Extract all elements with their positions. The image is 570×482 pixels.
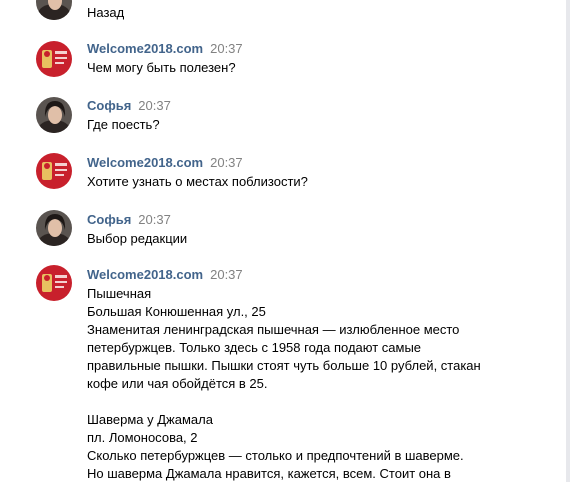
message-text: Выбор редакции <box>87 231 188 246</box>
chat-history[interactable]: Назад Welcome2018.com 20:37 Чем могу быть… <box>0 0 570 482</box>
message-text: Назад <box>87 5 125 20</box>
author-name[interactable]: Welcome2018.com <box>87 267 203 282</box>
message-text: Чем могу быть полезен? <box>87 60 236 75</box>
author-name[interactable]: Welcome2018.com <box>87 41 203 56</box>
bot-logo-avatar[interactable] <box>36 41 72 77</box>
message-time[interactable]: 20:37 <box>210 267 243 282</box>
message-header: Софья 20:37 <box>87 212 171 228</box>
author-name[interactable]: Софья <box>87 212 131 227</box>
message-header: Welcome2018.com 20:37 <box>87 155 243 171</box>
message-text: Хотите узнать о местах поблизости? <box>87 174 308 189</box>
user-avatar[interactable] <box>36 97 72 133</box>
user-avatar[interactable] <box>36 210 72 246</box>
author-name[interactable]: Welcome2018.com <box>87 155 203 170</box>
message-time[interactable]: 20:37 <box>210 155 243 170</box>
message-time[interactable]: 20:37 <box>138 212 171 227</box>
message-text: Где поесть? <box>87 117 160 132</box>
message-time[interactable]: 20:37 <box>138 98 171 113</box>
bot-logo-avatar[interactable] <box>36 265 72 301</box>
message-text: Пышечная Большая Конюшенная ул., 25 Знам… <box>87 286 481 481</box>
scrollbar-track[interactable] <box>566 0 570 482</box>
message-header: Welcome2018.com 20:37 <box>87 41 243 57</box>
message-header: Welcome2018.com 20:37 <box>87 267 243 283</box>
author-name[interactable]: Софья <box>87 98 131 113</box>
user-avatar[interactable] <box>36 0 72 20</box>
message-time[interactable]: 20:37 <box>210 41 243 56</box>
bot-logo-avatar[interactable] <box>36 153 72 189</box>
message-header: Софья 20:37 <box>87 98 171 114</box>
